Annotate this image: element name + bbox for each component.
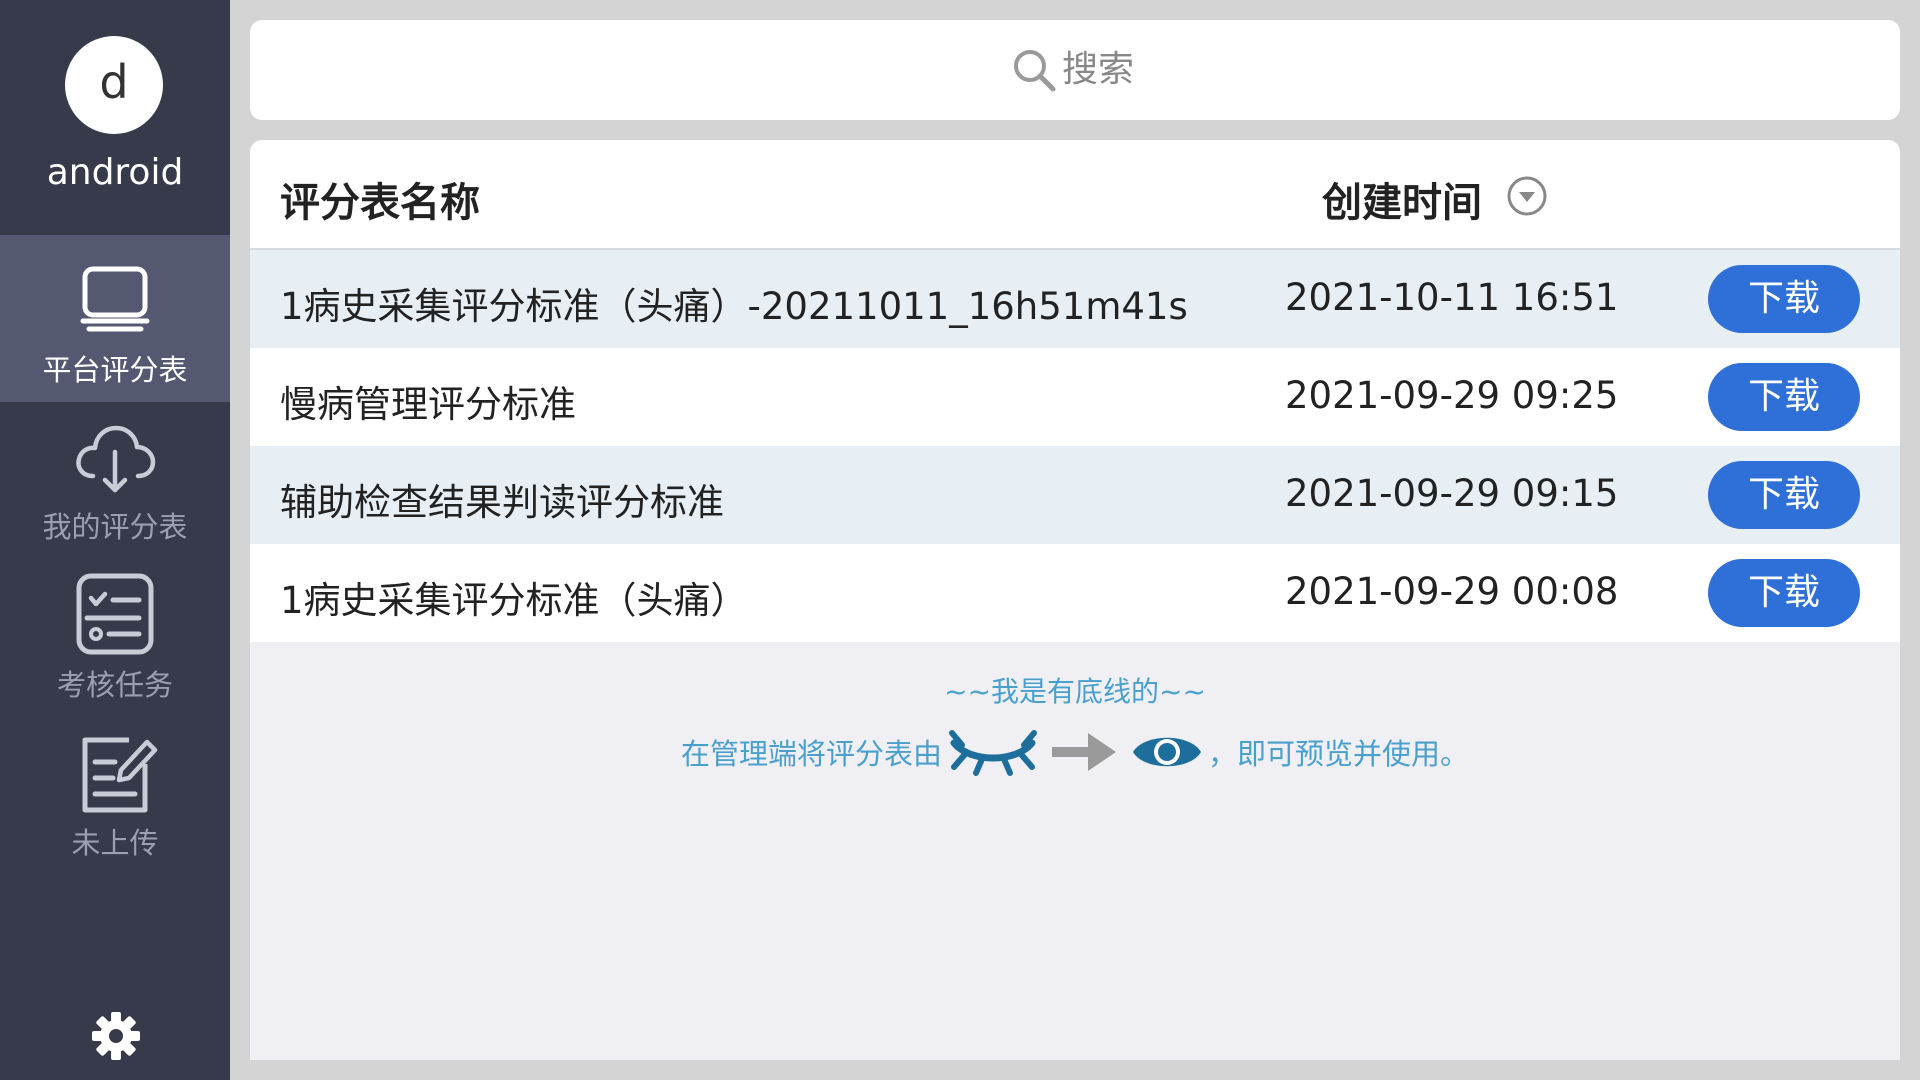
form-name: 慢病管理评分标准	[280, 383, 576, 426]
arrow-right-icon	[1052, 733, 1116, 771]
column-header-created-time[interactable]: 创建时间	[1322, 170, 1482, 228]
monitor-icon	[80, 266, 150, 332]
search-bar[interactable]: 搜索	[250, 20, 1900, 120]
column-header-name: 评分表名称	[280, 180, 480, 226]
sidebar-item-label: 考核任务	[56, 668, 173, 702]
form-created-time: 2021-09-29 00:08	[1285, 570, 1619, 613]
table-row[interactable]: 慢病管理评分标准 2021-09-29 09:25 下载	[250, 348, 1900, 446]
form-created-time: 2021-09-29 09:25	[1285, 374, 1619, 417]
task-list-icon	[76, 573, 154, 655]
form-name: 1病史采集评分标准（头痛）	[280, 579, 748, 622]
table-row[interactable]: 1病史采集评分标准（头痛） 2021-09-29 00:08 下载	[250, 544, 1900, 642]
sidebar: d android 平台评分表 我的评分表 考核任务 未上传	[0, 0, 230, 1080]
hint-suffix: ，即可预览并使用。	[1208, 737, 1470, 771]
search-input[interactable]: 搜索	[1062, 46, 1134, 94]
download-button[interactable]: 下载	[1708, 363, 1860, 431]
sidebar-item-label: 未上传	[71, 826, 159, 860]
sidebar-item-not-uploaded[interactable]: 未上传	[0, 722, 230, 872]
list-end-text: ~~我是有底线的~~	[944, 675, 1206, 708]
cloud-download-icon	[76, 425, 156, 493]
download-button[interactable]: 下载	[1708, 559, 1860, 627]
edit-document-icon	[82, 737, 158, 813]
username: android	[46, 152, 184, 193]
form-name: 辅助检查结果判读评分标准	[280, 481, 724, 524]
sidebar-item-label: 我的评分表	[42, 510, 188, 544]
download-button[interactable]: 下载	[1708, 461, 1860, 529]
table-row[interactable]: 辅助检查结果判读评分标准 2021-09-29 09:15 下载	[250, 446, 1900, 544]
sidebar-item-my-forms[interactable]: 我的评分表	[0, 402, 230, 552]
table-header: 评分表名称 创建时间	[250, 140, 1900, 250]
avatar[interactable]: d	[65, 36, 163, 134]
gear-icon[interactable]	[90, 1010, 142, 1062]
sort-dropdown-icon[interactable]	[1505, 174, 1549, 218]
sidebar-item-assessment-tasks[interactable]: 考核任务	[0, 560, 230, 710]
form-created-time: 2021-10-11 16:51	[1285, 276, 1619, 319]
form-name: 1病史采集评分标准（头痛）-20211011_16h51m41s	[280, 285, 1188, 328]
form-created-time: 2021-09-29 09:15	[1285, 472, 1619, 515]
download-button[interactable]: 下载	[1708, 265, 1860, 333]
table-row[interactable]: 1病史采集评分标准（头痛）-20211011_16h51m41s 2021-10…	[250, 250, 1900, 348]
eye-open-icon	[1133, 737, 1201, 767]
search-icon	[1014, 50, 1056, 92]
hint-prefix: 在管理端将评分表由	[680, 737, 942, 771]
preview-hint: 在管理端将评分表由 ，即可预览并使用。	[250, 722, 1900, 782]
sidebar-item-platform-forms[interactable]: 平台评分表	[0, 235, 230, 402]
sidebar-item-label: 平台评分表	[42, 353, 188, 387]
forms-table: 评分表名称 创建时间 1病史采集评分标准（头痛）-20211011_16h51m…	[250, 140, 1900, 1060]
user-profile[interactable]: d android	[0, 0, 230, 235]
eye-closed-icon	[949, 730, 1037, 776]
